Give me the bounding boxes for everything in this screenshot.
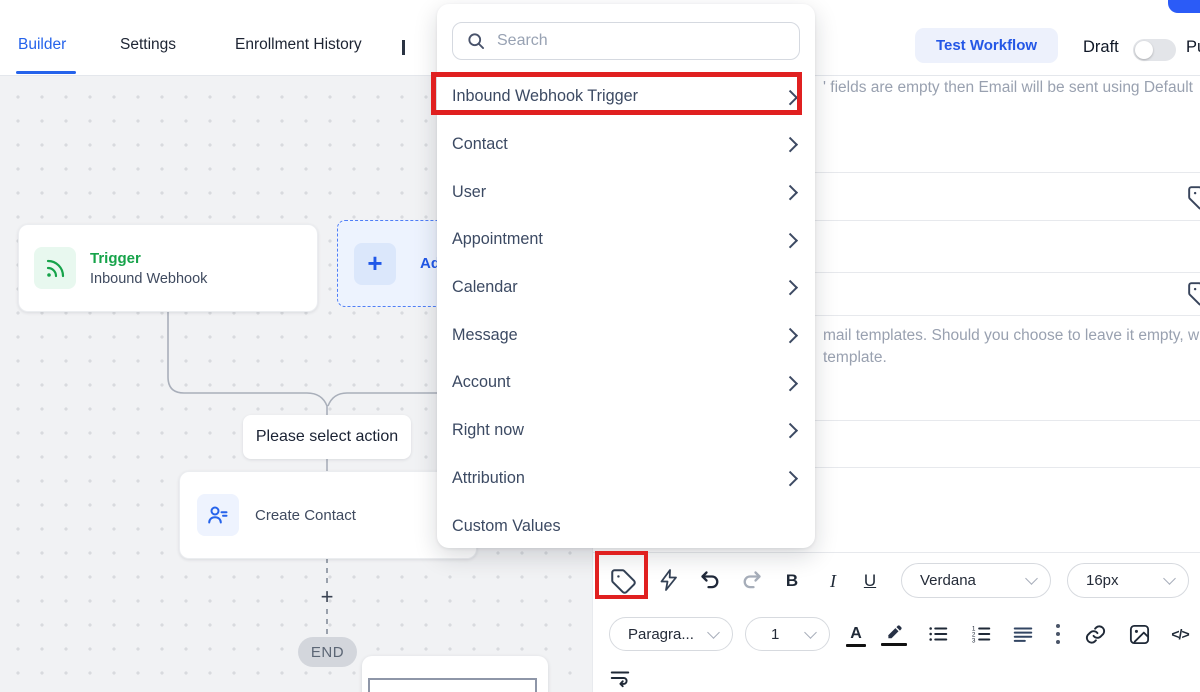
menu-search-box[interactable] bbox=[452, 22, 800, 60]
tag-icon[interactable] bbox=[1187, 281, 1200, 307]
chevron-right-icon bbox=[782, 423, 797, 438]
paragraph-style-select[interactable]: Paragra... bbox=[609, 617, 733, 651]
italic-button[interactable]: I bbox=[819, 567, 847, 595]
menu-item-contact[interactable]: Contact bbox=[437, 121, 815, 169]
create-contact-label: Create Contact bbox=[255, 507, 356, 524]
cropped-blue-button bbox=[1168, 0, 1200, 13]
chevron-right-icon bbox=[782, 376, 797, 391]
menu-item-list: Inbound Webhook Trigger Contact User App… bbox=[437, 73, 815, 550]
menu-item-calendar[interactable]: Calendar bbox=[437, 264, 815, 312]
tag-icon[interactable] bbox=[1187, 185, 1200, 211]
menu-item-message[interactable]: Message bbox=[437, 311, 815, 359]
chevron-right-icon bbox=[782, 137, 797, 152]
chevron-down-icon bbox=[1025, 572, 1038, 585]
active-tab-underline bbox=[16, 71, 76, 74]
publish-toggle[interactable] bbox=[1133, 39, 1176, 61]
more-options-kebab-icon[interactable] bbox=[1050, 621, 1066, 647]
search-input[interactable] bbox=[495, 31, 789, 51]
toggle-knob bbox=[1135, 41, 1153, 59]
menu-item-custom-values[interactable]: Custom Values bbox=[437, 502, 815, 550]
text-wrap-icon[interactable] bbox=[607, 665, 633, 691]
undo-icon[interactable] bbox=[695, 564, 727, 596]
end-badge: END bbox=[298, 637, 357, 667]
redo-icon[interactable] bbox=[735, 564, 767, 596]
add-step-plus[interactable]: + bbox=[315, 584, 339, 610]
test-workflow-button[interactable]: Test Workflow bbox=[915, 28, 1058, 63]
webhook-icon bbox=[34, 247, 76, 289]
merge-tag-button[interactable] bbox=[603, 561, 643, 601]
code-view-icon[interactable]: </> bbox=[1165, 621, 1195, 647]
menu-item-user[interactable]: User bbox=[437, 168, 815, 216]
trigger-node-subtitle: Inbound Webhook bbox=[90, 271, 207, 287]
numbered-list-icon[interactable]: 1 2 3 bbox=[968, 621, 994, 647]
underline-button[interactable]: U bbox=[856, 567, 884, 595]
menu-item-inbound-webhook-trigger[interactable]: Inbound Webhook Trigger bbox=[437, 73, 815, 121]
contact-icon bbox=[197, 494, 239, 536]
svg-text:3: 3 bbox=[972, 637, 976, 644]
link-icon[interactable] bbox=[1081, 621, 1109, 647]
tab-enrollment-history[interactable]: Enrollment History bbox=[235, 15, 362, 74]
workflow-action-menu: Inbound Webhook Trigger Contact User App… bbox=[437, 4, 815, 548]
chevron-right-icon bbox=[782, 328, 797, 343]
menu-item-right-now[interactable]: Right now bbox=[437, 407, 815, 455]
menu-item-appointment[interactable]: Appointment bbox=[437, 216, 815, 264]
image-icon[interactable] bbox=[1125, 621, 1153, 647]
select-action-label: Please select action bbox=[243, 415, 411, 459]
hidden-tab-fragment bbox=[402, 40, 405, 55]
font-family-value: Verdana bbox=[920, 572, 976, 589]
chevron-right-icon bbox=[782, 232, 797, 247]
line-height-select[interactable]: 1 bbox=[745, 617, 830, 651]
trigger-node-title: Trigger bbox=[90, 250, 207, 267]
menu-item-account[interactable]: Account bbox=[437, 359, 815, 407]
tab-builder[interactable]: Builder bbox=[18, 15, 66, 74]
chevron-right-icon bbox=[782, 471, 797, 486]
chevron-down-icon bbox=[804, 626, 817, 639]
draft-label: Draft bbox=[1083, 38, 1119, 57]
bottom-partial-card bbox=[362, 656, 548, 692]
search-icon bbox=[466, 31, 486, 51]
align-justify-icon[interactable] bbox=[1010, 621, 1036, 647]
chevron-down-icon bbox=[707, 626, 720, 639]
tab-settings[interactable]: Settings bbox=[120, 15, 176, 74]
chevron-right-icon bbox=[782, 185, 797, 200]
chevron-right-icon bbox=[782, 89, 797, 104]
font-family-select[interactable]: Verdana bbox=[901, 563, 1051, 598]
paragraph-style-value: Paragra... bbox=[628, 626, 694, 643]
highlight-color-button[interactable] bbox=[881, 619, 907, 645]
chevron-right-icon bbox=[782, 280, 797, 295]
chevron-down-icon bbox=[1163, 572, 1176, 585]
publish-label-fragment: Pu bbox=[1186, 38, 1200, 57]
workflow-builder-screen: Trigger Inbound Webhook + Add Please sel… bbox=[0, 0, 1200, 692]
bold-button[interactable]: B bbox=[778, 567, 806, 595]
field-divider bbox=[593, 552, 1200, 553]
trigger-link-icon[interactable] bbox=[653, 564, 685, 596]
create-contact-node[interactable]: Create Contact bbox=[179, 471, 477, 559]
font-size-select[interactable]: 16px bbox=[1067, 563, 1189, 598]
line-height-value: 1 bbox=[771, 626, 779, 643]
font-size-value: 16px bbox=[1086, 572, 1119, 589]
bullet-list-icon[interactable] bbox=[925, 621, 951, 647]
editor-note-top: ' fields are empty then Email will be se… bbox=[823, 79, 1193, 97]
text-color-button[interactable]: A bbox=[843, 621, 869, 647]
plus-icon: + bbox=[354, 243, 396, 285]
editor-note-line2: template. bbox=[823, 349, 887, 367]
menu-item-attribution[interactable]: Attribution bbox=[437, 455, 815, 503]
editor-note-line1: mail templates. Should you choose to lea… bbox=[823, 327, 1199, 345]
bottom-card-field[interactable] bbox=[368, 678, 537, 692]
trigger-node[interactable]: Trigger Inbound Webhook bbox=[18, 224, 318, 312]
